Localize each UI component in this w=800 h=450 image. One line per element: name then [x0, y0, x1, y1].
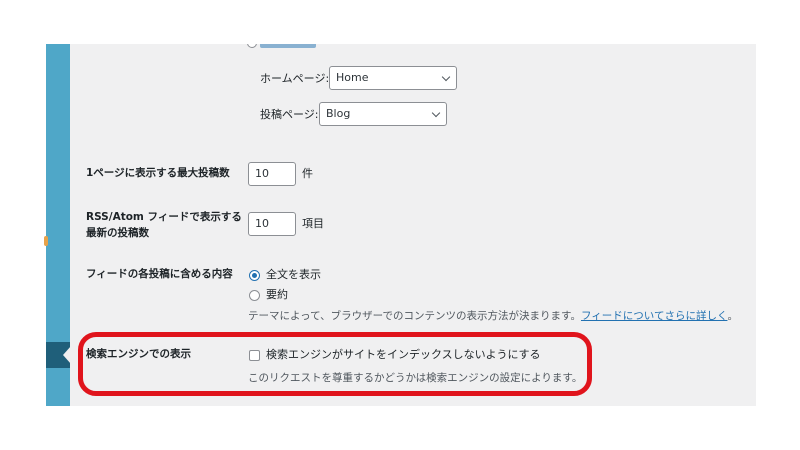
chevron-down-icon — [431, 108, 441, 118]
highlight-annotation — [78, 332, 592, 396]
posts-page-label: 投稿ページ: — [260, 108, 319, 121]
rss-label-line1: RSS/Atom フィードで表示する — [86, 211, 242, 223]
posts-page-select-value: Blog — [326, 107, 351, 120]
feed-help-body: テーマによって、ブラウザーでのコンテンツの表示方法が決まります。 — [248, 310, 581, 322]
rss-count-unit: 項目 — [302, 217, 324, 230]
feed-content-label: フィードの各投稿に含める内容 — [86, 268, 233, 280]
left-edge-marker — [44, 236, 48, 246]
homepage-label: ホームページ: — [260, 72, 330, 85]
static-page-radio[interactable] — [247, 44, 257, 48]
rss-count-input[interactable]: 10 — [248, 212, 296, 236]
feed-help-end: 。 — [727, 310, 738, 322]
feed-help-text: テーマによって、ブラウザーでのコンテンツの表示方法が決まります。フィードについて… — [248, 309, 738, 323]
posts-page-select[interactable]: Blog — [319, 102, 447, 126]
feed-learn-more-link[interactable]: フィードについてさらに詳しく — [581, 310, 727, 322]
feed-full-text-label[interactable]: 全文を表示 — [266, 268, 321, 282]
feed-excerpt-radio[interactable] — [249, 290, 260, 301]
feed-excerpt-label[interactable]: 要約 — [266, 288, 288, 302]
feed-full-text-radio[interactable] — [249, 270, 260, 281]
posts-per-page-unit: 件 — [302, 167, 313, 180]
static-page-link[interactable] — [260, 44, 316, 48]
chevron-down-icon — [441, 72, 451, 82]
posts-per-page-input[interactable]: 10 — [248, 162, 296, 186]
posts-per-page-label: 1ページに表示する最大投稿数 — [86, 167, 230, 179]
homepage-select-value: Home — [336, 71, 369, 84]
homepage-select[interactable]: Home — [329, 66, 457, 90]
rss-label-line2: 最新の投稿数 — [86, 227, 149, 239]
sidebar-active-pointer — [63, 346, 71, 364]
